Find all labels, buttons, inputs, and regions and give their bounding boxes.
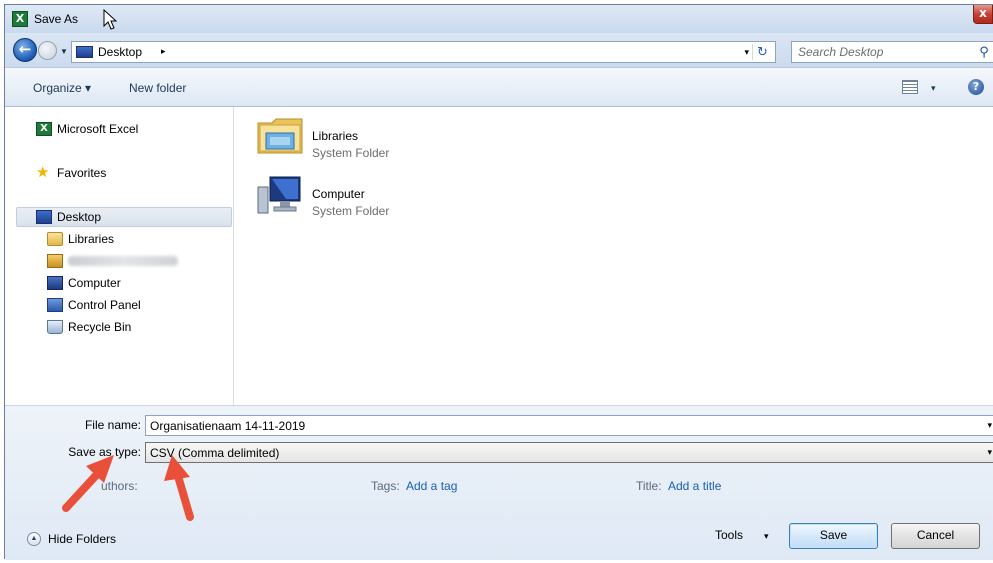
file-name-dropdown-icon[interactable]: ▾ bbox=[987, 420, 992, 431]
item-type: System Folder bbox=[312, 146, 390, 160]
address-bar[interactable]: Desktop ▸ ▾ ↻ bbox=[71, 41, 776, 63]
save-button[interactable]: Save bbox=[789, 523, 878, 549]
mouse-cursor-icon bbox=[103, 9, 118, 30]
libraries-icon bbox=[47, 232, 63, 246]
forward-button[interactable] bbox=[38, 41, 57, 60]
recycle-bin-icon bbox=[47, 320, 63, 334]
desktop-icon bbox=[36, 210, 52, 224]
file-name-input[interactable] bbox=[146, 416, 966, 435]
nav-item-user-folder[interactable] bbox=[47, 251, 227, 271]
address-row: ← ▼ Desktop ▸ ▾ ↻ ⚲ bbox=[5, 33, 993, 67]
hide-folders-label: Hide Folders bbox=[48, 532, 117, 546]
save-as-dialog: X Save As x ← ▼ Desktop ▸ ▾ ↻ ⚲ Organize… bbox=[4, 4, 993, 560]
close-button[interactable]: x bbox=[973, 5, 993, 24]
authors-label: uthors: bbox=[101, 479, 138, 493]
desktop-icon bbox=[76, 46, 93, 58]
tags-label: Tags: bbox=[371, 479, 400, 493]
excel-icon: X bbox=[12, 11, 28, 27]
list-item-computer[interactable]: Computer System Folder bbox=[256, 173, 476, 221]
file-list: Libraries System Folder Computer System … bbox=[234, 107, 993, 405]
nav-item-label: Control Panel bbox=[68, 298, 141, 312]
nav-item-label: Desktop bbox=[57, 210, 102, 224]
help-icon[interactable]: ? bbox=[968, 79, 984, 95]
tools-dropdown-icon[interactable]: ▾ bbox=[764, 531, 769, 542]
item-name: Computer bbox=[312, 187, 365, 201]
nav-item-label: Favorites bbox=[57, 166, 107, 180]
user-folder-icon bbox=[47, 254, 63, 268]
navigation-pane: X Microsoft Excel ★ Favorites Desktop Li… bbox=[5, 107, 234, 405]
chevron-up-icon: ▲ bbox=[27, 532, 41, 546]
save-as-type-select[interactable]: CSV (Comma delimited) ▾ bbox=[145, 442, 993, 463]
refresh-icon[interactable]: ↻ bbox=[752, 44, 772, 60]
file-name-label: File name: bbox=[84, 418, 141, 432]
view-options-dropdown-icon[interactable]: ▾ bbox=[931, 83, 936, 94]
nav-item-label: Computer bbox=[68, 276, 121, 290]
toolbar: Organize ▾ New folder ▾ ? bbox=[5, 67, 993, 107]
save-as-type-label: Save as type: bbox=[68, 445, 141, 459]
address-location[interactable]: Desktop bbox=[98, 45, 142, 59]
new-folder-button[interactable]: New folder bbox=[129, 81, 186, 95]
libraries-folder-icon bbox=[257, 118, 303, 154]
nav-item-control-panel[interactable]: Control Panel bbox=[47, 295, 227, 315]
add-title-link[interactable]: Add a title bbox=[668, 479, 721, 493]
excel-icon: X bbox=[36, 122, 52, 136]
file-name-field[interactable]: ▾ bbox=[145, 415, 993, 436]
organize-button[interactable]: Organize ▾ bbox=[33, 81, 91, 95]
chevron-right-icon[interactable]: ▸ bbox=[161, 46, 166, 57]
add-tag-link[interactable]: Add a tag bbox=[406, 479, 457, 493]
computer-icon bbox=[257, 176, 301, 214]
nav-item-label: Recycle Bin bbox=[68, 320, 132, 334]
window-title: Save As bbox=[34, 12, 79, 26]
nav-item-label: Microsoft Excel bbox=[57, 122, 139, 136]
history-dropdown-icon[interactable]: ▼ bbox=[60, 47, 68, 56]
title-label: Title: bbox=[636, 479, 662, 493]
address-dropdown-icon[interactable]: ▾ bbox=[744, 47, 749, 58]
nav-item-label: Libraries bbox=[68, 232, 115, 246]
item-type: System Folder bbox=[312, 204, 390, 218]
nav-item-recycle-bin[interactable]: Recycle Bin bbox=[47, 317, 227, 337]
item-name: Libraries bbox=[312, 129, 359, 143]
nav-item-favorites[interactable]: ★ Favorites bbox=[36, 163, 226, 183]
save-as-type-value[interactable]: CSV (Comma delimited) bbox=[150, 446, 279, 460]
nav-item-libraries[interactable]: Libraries bbox=[47, 229, 227, 249]
redacted-user-name bbox=[68, 256, 178, 266]
search-icon[interactable]: ⚲ bbox=[976, 44, 992, 60]
search-box[interactable]: ⚲ bbox=[791, 41, 993, 63]
tools-button[interactable]: Tools bbox=[715, 528, 743, 542]
list-item-libraries[interactable]: Libraries System Folder bbox=[256, 115, 476, 163]
nav-item-desktop[interactable]: Desktop bbox=[36, 207, 226, 227]
nav-item-computer[interactable]: Computer bbox=[47, 273, 227, 293]
control-panel-icon bbox=[47, 298, 63, 312]
save-options-form: File name: ▾ Save as type: CSV (Comma de… bbox=[5, 405, 993, 560]
search-input[interactable] bbox=[792, 42, 972, 62]
back-button[interactable]: ← bbox=[13, 38, 37, 62]
title-bar: X Save As x bbox=[5, 5, 993, 33]
save-as-type-dropdown-icon[interactable]: ▾ bbox=[987, 447, 992, 458]
change-view-icon[interactable] bbox=[902, 80, 918, 94]
star-icon: ★ bbox=[36, 164, 50, 181]
cancel-button[interactable]: Cancel bbox=[891, 523, 980, 549]
nav-item-microsoft-excel[interactable]: X Microsoft Excel bbox=[36, 119, 226, 139]
computer-icon bbox=[47, 276, 63, 290]
